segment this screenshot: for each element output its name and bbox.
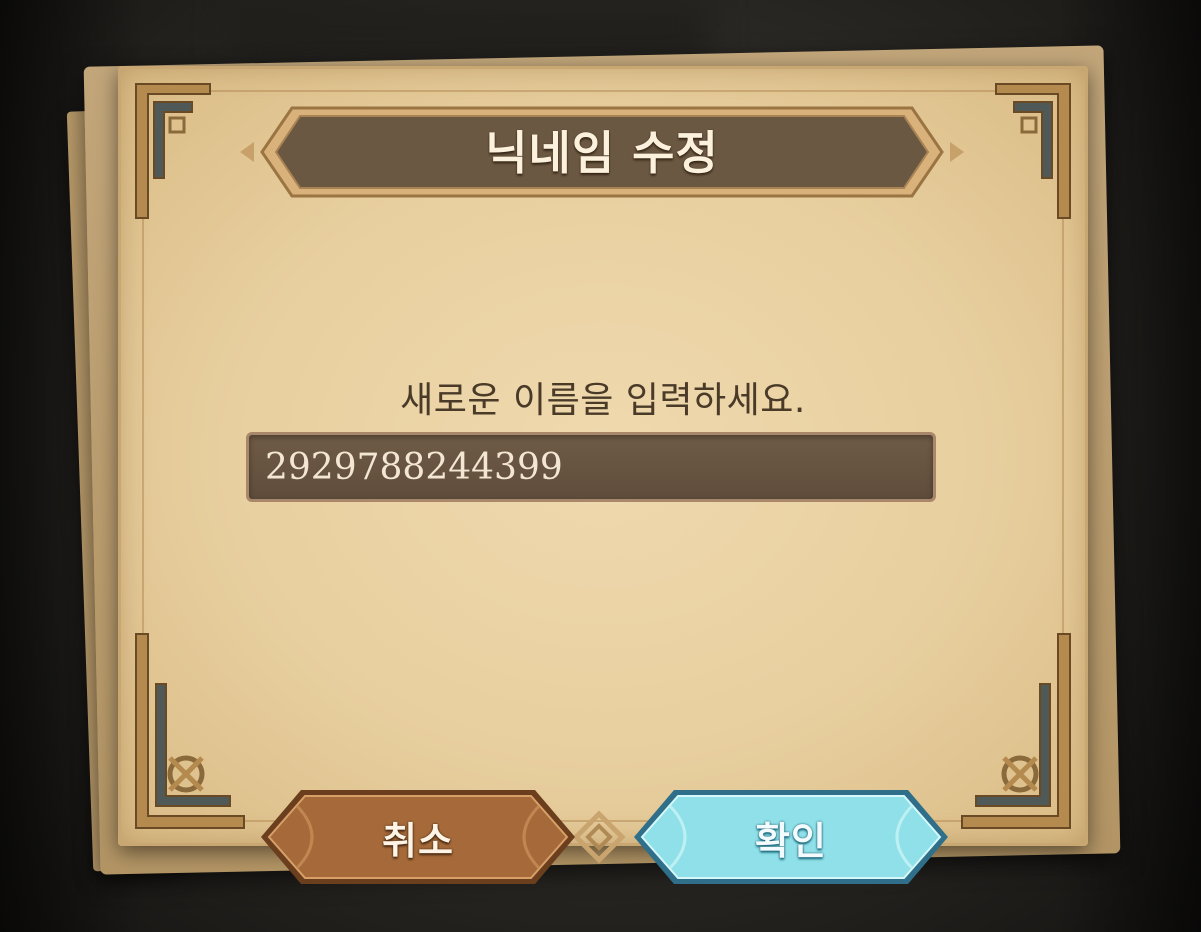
celtic-knot-corner-icon — [990, 78, 1076, 228]
cancel-button-label: 취소 — [382, 818, 454, 863]
nickname-input[interactable] — [246, 432, 936, 502]
dialog-title: 닉네임 수정 — [485, 126, 719, 180]
celtic-knot-corner-icon — [956, 624, 1076, 834]
celtic-knot-corner-icon — [130, 78, 216, 228]
name-prompt: 새로운 이름을 입력하세요. — [400, 380, 806, 421]
nickname-dialog: 닉네임 수정 새로운 이름을 입력하세요. 취소 확인 — [118, 66, 1088, 884]
confirm-button-label: 확인 — [755, 818, 827, 863]
cancel-button[interactable]: 취소 — [257, 786, 579, 888]
celtic-knot-corner-icon — [130, 624, 250, 834]
title-banner: 닉네임 수정 — [236, 102, 968, 202]
confirm-button[interactable]: 확인 — [630, 786, 952, 888]
